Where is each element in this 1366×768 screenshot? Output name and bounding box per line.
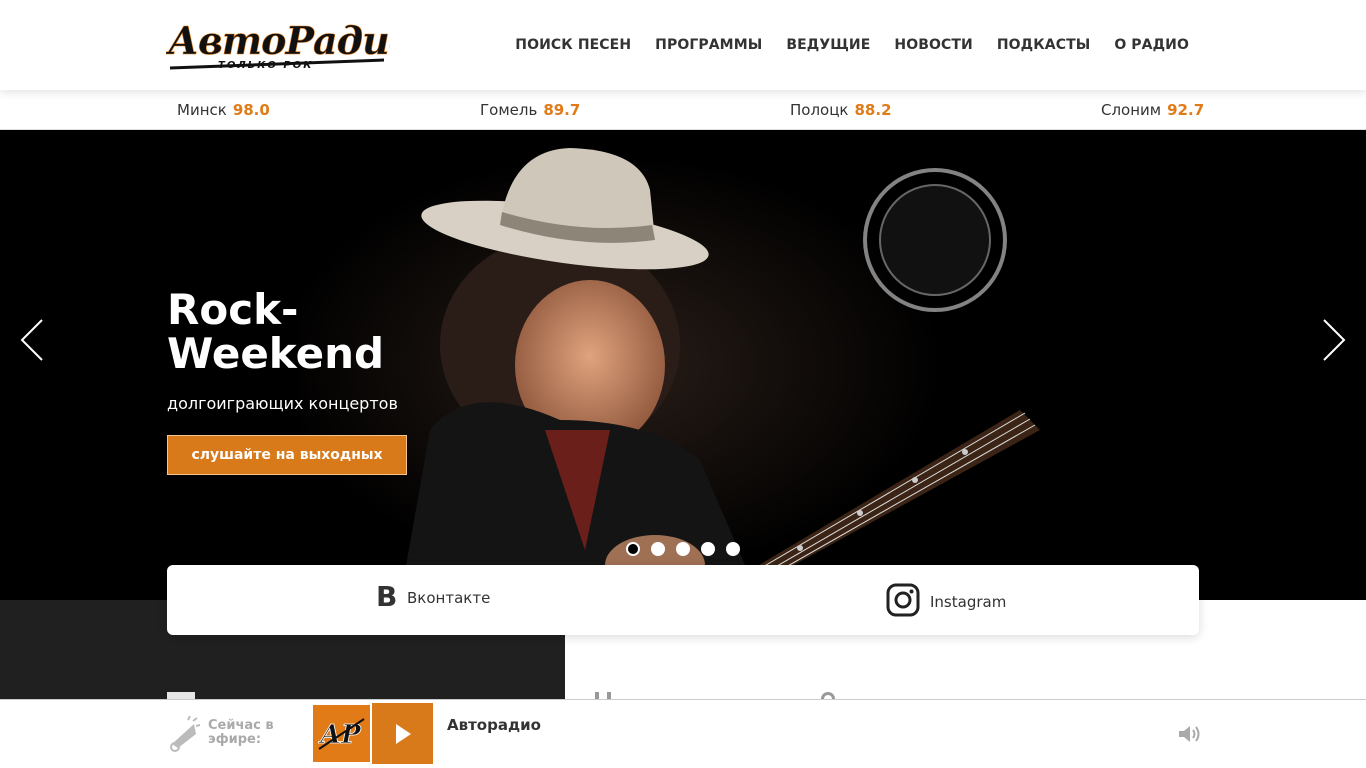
svg-text:ТОЛЬКО РОК: ТОЛЬКО РОК [218,60,313,71]
slider-dot[interactable] [676,542,690,556]
nav-about[interactable]: О РАДИО [1114,37,1189,53]
instagram-link[interactable]: Instagram [886,583,1006,621]
vk-icon: B [375,580,397,613]
slider-dot[interactable] [651,542,665,556]
chevron-right-icon[interactable] [1318,318,1348,362]
nav-podcasts[interactable]: ПОДКАСТЫ [997,37,1091,53]
city-name: Гомель [480,101,538,119]
city-name: Полоцк [790,101,849,119]
play-icon [396,724,411,744]
nav-news[interactable]: НОВОСТИ [894,37,972,53]
site-logo[interactable]: АвтоРадио ТОЛЬКО РОК [165,16,415,74]
social-links-card: B Вконтакте Instagram [167,565,1199,635]
main-nav: ПОИСК ПЕСЕН ПРОГРАММЫ ВЕДУЩИЕ НОВОСТИ ПО… [515,37,1189,53]
volume-icon[interactable] [1177,722,1201,746]
hero-title-line2: Weekend [167,329,385,378]
slider-dots [626,542,740,556]
megaphone-icon [166,715,201,752]
frequency-slonim[interactable]: Слоним 92.7 [1101,101,1204,119]
slider-dot[interactable] [626,542,640,556]
site-header: АвтоРадио ТОЛЬКО РОК ПОИСК ПЕСЕН ПРОГРАМ… [0,0,1366,90]
slider-dot[interactable] [701,542,715,556]
city-name: Минск [177,101,227,119]
frequency-value: 98.0 [232,101,270,119]
frequency-value: 92.7 [1167,101,1205,119]
on-air-label: Сейчас в эфире: [208,718,274,747]
frequency-value: 88.2 [854,101,892,119]
vk-link[interactable]: B Вконтакте [375,580,491,613]
hero-slider: Rock- Weekend долгоиграющих концертов сл… [0,130,1366,600]
svg-text:АвтоРадио: АвтоРадио [166,18,390,63]
chevron-left-icon[interactable] [18,318,48,362]
nav-song-search[interactable]: ПОИСК ПЕСЕН [515,37,631,53]
frequency-gomel[interactable]: Гомель 89.7 [480,101,580,119]
frequency-minsk[interactable]: Минск 98.0 [177,101,270,119]
slider-dot[interactable] [726,542,740,556]
listen-weekend-button[interactable]: слушайте на выходных [167,435,407,475]
play-button[interactable] [372,703,433,764]
hero-title: Rock- Weekend [167,288,384,376]
station-logo: АР [313,705,370,762]
frequency-bar: Минск 98.0 Гомель 89.7 Полоцк 88.2 Слоним 92… [0,90,1366,130]
frequency-value: 89.7 [543,101,581,119]
vk-label: Вконтакте [407,589,491,607]
nav-programs[interactable]: ПРОГРАММЫ [655,37,762,53]
station-name: Авторадио [447,716,541,734]
hero-subtitle: долгоиграющих концертов [167,394,398,413]
hero-title-line1: Rock- [167,285,299,334]
frequency-polotsk[interactable]: Полоцк 88.2 [790,101,892,119]
city-name: Слоним [1101,101,1162,119]
radio-player: Сейчас в эфире: АР Авторадио [0,699,1366,768]
instagram-label: Instagram [930,593,1007,611]
instagram-icon [886,583,920,621]
nav-hosts[interactable]: ВЕДУЩИЕ [786,37,870,53]
svg-text:B: B [376,583,397,609]
